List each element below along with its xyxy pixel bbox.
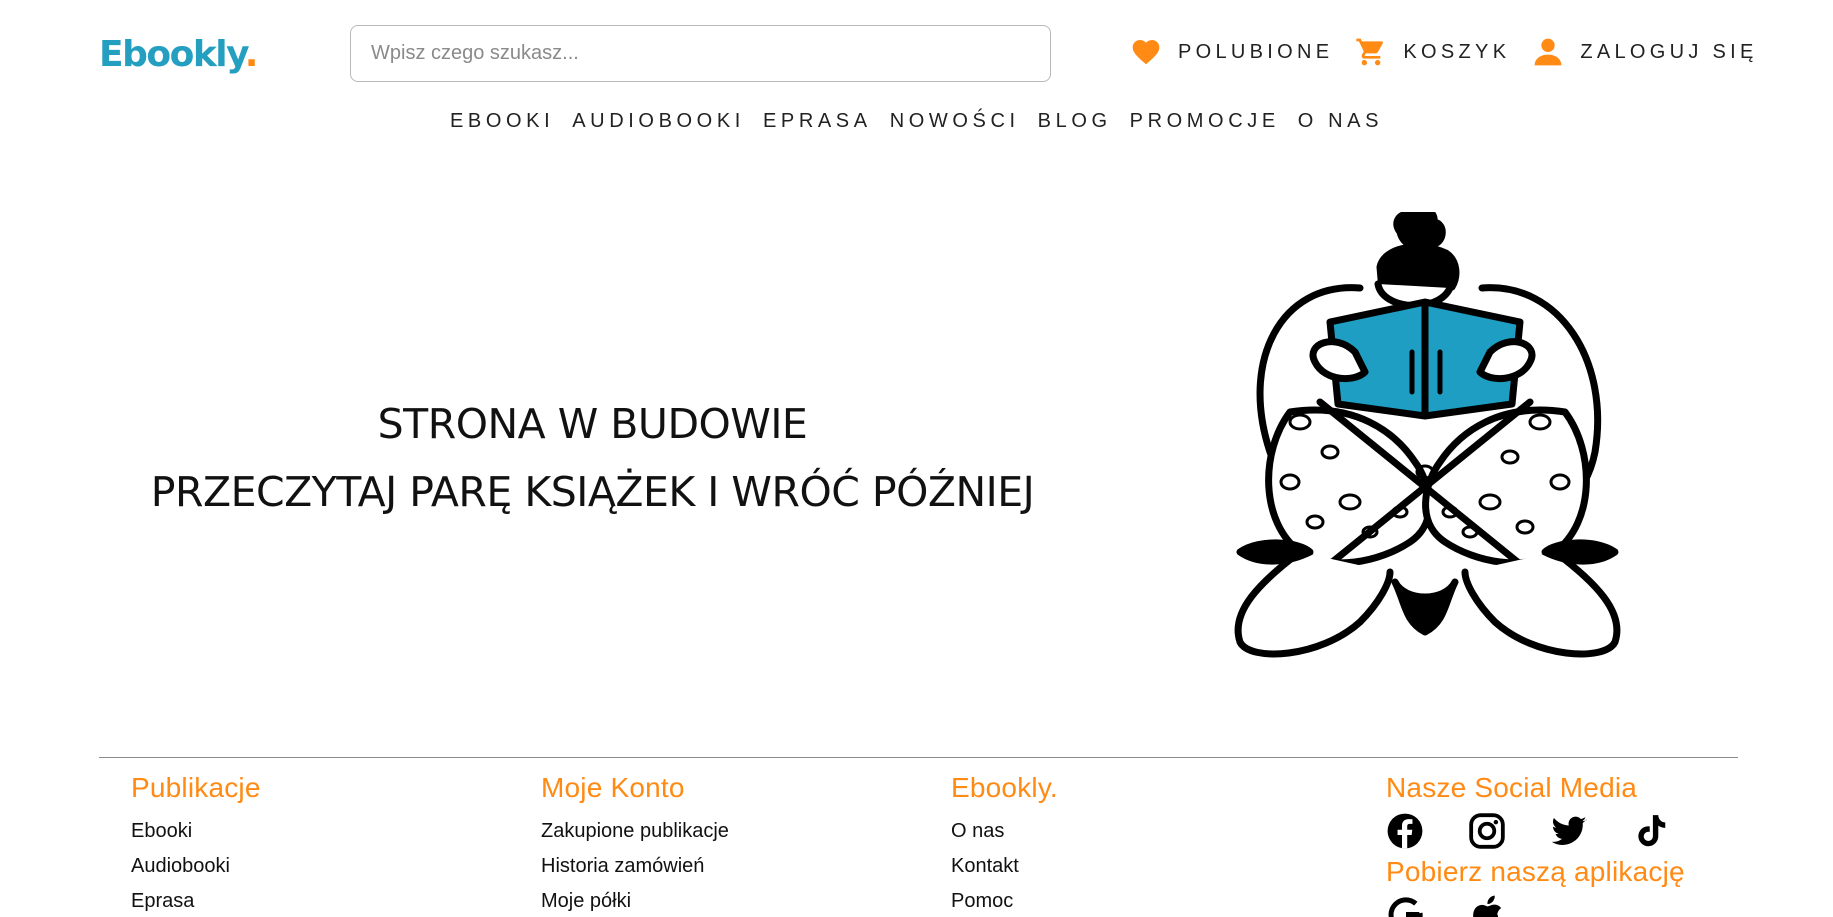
logo-dot: . — [244, 34, 259, 75]
footer-link-contact[interactable]: Kontakt — [951, 849, 1058, 884]
footer-account: Moje Konto Zakupione publikacje Historia… — [541, 772, 729, 917]
footer-publications-title: Publikacje — [131, 772, 261, 803]
footer-account-title: Moje Konto — [541, 772, 685, 803]
footer-link-help[interactable]: Pomoc — [951, 884, 1058, 917]
hero-message: STRONA W BUDOWIE PRZECZYTAJ PARĘ KSIĄŻEK… — [100, 390, 1085, 526]
heart-icon — [1132, 40, 1160, 65]
cart-label: KOSZYK — [1403, 40, 1511, 63]
logo[interactable]: Ebookly. — [99, 34, 259, 75]
twitter-icon[interactable] — [1550, 812, 1588, 850]
footer-link-order-history[interactable]: Historia zamówień — [541, 849, 729, 884]
nav-item-ebooki[interactable]: EBOOKI — [450, 110, 554, 133]
nav-item-audiobooki[interactable]: AUDIOBOOKI — [572, 110, 745, 133]
logo-text: Ebookly — [99, 34, 246, 75]
footer-link-ebooki[interactable]: Ebooki — [131, 814, 261, 849]
person-reading-book-illustration — [1234, 212, 1621, 658]
cart-link[interactable]: KOSZYK — [1355, 36, 1510, 68]
main-nav: EBOOKI AUDIOBOOKI EPRASA NOWOŚCI BLOG PR… — [0, 110, 1833, 133]
footer-divider — [99, 757, 1738, 758]
nav-item-o-nas[interactable]: O NAS — [1298, 110, 1383, 133]
footer-company-title: Ebookly. — [951, 772, 1058, 803]
footer-link-audiobooki[interactable]: Audiobooki — [131, 849, 261, 884]
favorites-label: POLUBIONE — [1178, 40, 1334, 63]
nav-item-blog[interactable]: BLOG — [1038, 110, 1112, 133]
user-links: POLUBIONE KOSZYK ZALOGUJ SIĘ — [1130, 36, 1758, 68]
cart-icon — [1356, 38, 1384, 66]
app-icons — [1386, 894, 1685, 917]
social-icons — [1386, 812, 1685, 850]
nav-item-nowosci[interactable]: NOWOŚCI — [890, 110, 1020, 133]
footer-social: Nasze Social Media Pobierz naszą aplikac… — [1386, 772, 1685, 917]
footer-link-eprasa[interactable]: Eprasa — [131, 884, 261, 917]
footer-company: Ebookly. O nas Kontakt Pomoc — [951, 772, 1058, 917]
footer-link-my-shelves[interactable]: Moje półki — [541, 884, 729, 917]
search-box[interactable] — [350, 25, 1051, 82]
footer-link-purchased[interactable]: Zakupione publikacje — [541, 814, 729, 849]
facebook-icon[interactable] — [1386, 812, 1424, 850]
footer-social-title: Nasze Social Media — [1386, 772, 1638, 803]
favorites-link[interactable]: POLUBIONE — [1130, 36, 1333, 68]
login-link[interactable]: ZALOGUJ SIĘ — [1532, 36, 1757, 68]
tiktok-icon[interactable] — [1632, 812, 1670, 850]
footer-app-title: Pobierz naszą aplikację — [1386, 856, 1685, 887]
login-label: ZALOGUJ SIĘ — [1580, 40, 1758, 63]
footer-publications: Publikacje Ebooki Audiobooki Eprasa — [131, 772, 261, 917]
apple-icon[interactable] — [1468, 894, 1508, 917]
search-input[interactable] — [351, 26, 1050, 81]
hero-line-1: STRONA W BUDOWIE — [377, 400, 808, 448]
google-play-icon[interactable] — [1386, 894, 1426, 917]
nav-item-eprasa[interactable]: EPRASA — [763, 110, 872, 133]
user-icon — [1535, 38, 1562, 66]
nav-item-promocje[interactable]: PROMOCJE — [1130, 110, 1280, 133]
hero-line-2: PRZECZYTAJ PARĘ KSIĄŻEK I WRÓĆ PÓŹNIEJ — [150, 468, 1035, 516]
instagram-icon[interactable] — [1468, 812, 1506, 850]
footer-link-about[interactable]: O nas — [951, 814, 1058, 849]
